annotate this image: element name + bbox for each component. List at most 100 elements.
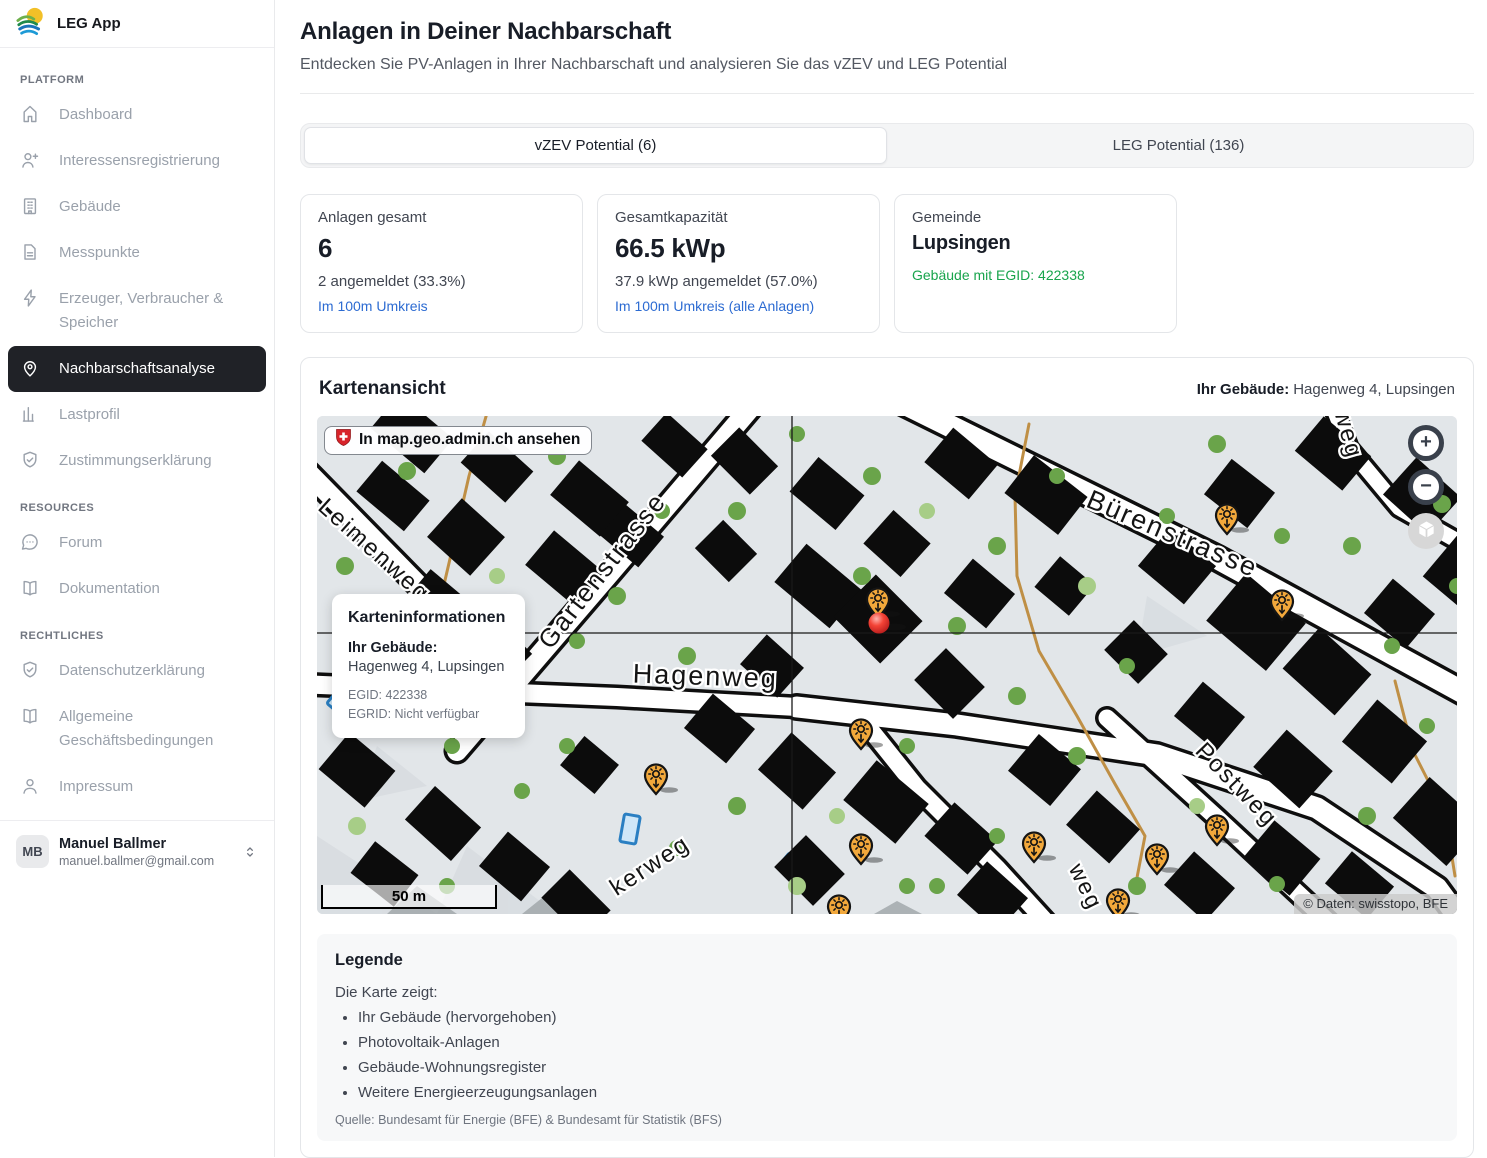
building-icon	[20, 196, 40, 216]
tab-vzev-potential-6[interactable]: vZEV Potential (6)	[304, 127, 887, 164]
tree-dot	[728, 797, 746, 815]
legend: Legende Die Karte zeigt: Ihr Gebäude (he…	[317, 934, 1457, 1141]
street-label: Hagenweg	[632, 658, 778, 693]
tab-leg-potential-136[interactable]: LEG Potential (136)	[887, 127, 1470, 164]
doc-icon	[20, 242, 40, 262]
sidebar-item-label: Forum	[59, 531, 102, 555]
tree-dot	[829, 808, 845, 824]
sidebar-item-label: Zustimmungserklärung	[59, 449, 212, 473]
stat-card-gesamtkapazität: Gesamtkapazität 66.5 kWp37.9 kWp angemel…	[597, 194, 880, 333]
egid-value: EGID: 422338	[348, 686, 509, 705]
tree-dot	[1078, 577, 1096, 595]
map-canvas[interactable]: LeimenwegGartenstrasseBürenstrasseHagenw…	[317, 416, 1457, 914]
stat-link[interactable]: Im 100m Umkreis	[318, 298, 428, 314]
sidebar-item-label: Impressum	[59, 775, 133, 799]
tree-dot	[1274, 528, 1290, 544]
page-subtitle: Entdecken Sie PV-Anlagen in Ihrer Nachba…	[300, 56, 1474, 94]
tree-dot	[863, 467, 881, 485]
sidebar-item-lastprofil[interactable]: Lastprofil	[8, 392, 266, 438]
sidebar-item-label: Gebäude	[59, 195, 121, 219]
sidebar-nav: PLATFORM DashboardInteressensregistrierun…	[0, 48, 274, 810]
map-card: Kartenansicht Ihr Gebäude:Hagenweg 4, Lu…	[300, 357, 1474, 1158]
stat-detail: 37.9 kWp angemeldet (57.0%)	[615, 273, 862, 290]
book-icon	[20, 706, 40, 726]
tree-dot	[444, 738, 460, 754]
app-window: LEG App PLATFORM DashboardInteressensregi…	[0, 0, 1487, 1157]
tree-dot	[1384, 638, 1400, 654]
tree-dot	[788, 877, 806, 895]
sidebar-item-dokumentation[interactable]: Dokumentation	[8, 566, 266, 612]
sidebar-item-label: Datenschutzerklärung	[59, 659, 205, 683]
shield-icon	[20, 450, 40, 470]
stat-card-anlagen-gesamt: Anlagen gesamt 62 angemeldet (33.3%)Im 1…	[300, 194, 583, 333]
page-title: Anlagen in Deiner Nachbarschaft	[300, 18, 1474, 46]
home-icon	[20, 104, 40, 124]
map-info-panel: Karteninformationen Ihr Gebäude: Hagenwe…	[332, 594, 525, 738]
stat-link[interactable]: Im 100m Umkreis (alle Anlagen)	[615, 298, 814, 314]
sidebar-item-allgemeine-geschäftsbedingungen[interactable]: Allgemeine Geschäftsbedingungen	[8, 694, 266, 764]
user-menu[interactable]: MB Manuel Ballmer manuel.ballmer@gmail.c…	[0, 820, 274, 882]
avatar: MB	[16, 835, 49, 868]
sidebar: LEG App PLATFORM DashboardInteressensregi…	[0, 0, 275, 1157]
nav-section-label: PLATFORM	[20, 74, 254, 86]
legend-item: Ihr Gebäude (hervorgehoben)	[358, 1009, 1439, 1026]
tree-dot	[988, 537, 1006, 555]
sidebar-item-messpunkte[interactable]: Messpunkte	[8, 230, 266, 276]
sidebar-item-erzeuger-verbraucher-speicher[interactable]: Erzeuger, Verbraucher & Speicher	[8, 276, 266, 346]
legend-list: Ihr Gebäude (hervorgehoben) Photovoltaik-…	[335, 1009, 1439, 1101]
tree-dot	[1208, 435, 1226, 453]
view-3d-button[interactable]	[1408, 513, 1444, 549]
tree-dot	[1119, 658, 1135, 674]
tab-bar: vZEV Potential (6)LEG Potential (136)	[300, 123, 1474, 168]
map-attribution[interactable]: © Daten: swisstopo, BFE	[1294, 894, 1457, 914]
tree-dot	[728, 502, 746, 520]
tree-dot	[929, 878, 945, 894]
your-building-info: Ihr Gebäude:Hagenweg 4, Lupsingen	[1197, 381, 1455, 398]
sidebar-item-label: Dokumentation	[59, 577, 160, 601]
tree-dot	[608, 587, 626, 605]
cube-icon	[1416, 519, 1437, 544]
sidebar-item-datenschutzerklärung[interactable]: Datenschutzerklärung	[8, 648, 266, 694]
zoom-in-button[interactable]: +	[1408, 425, 1444, 461]
tree-dot	[899, 878, 915, 894]
stat-label: Gesamtkapazität	[615, 209, 862, 226]
sidebar-item-gebäude[interactable]: Gebäude	[8, 184, 266, 230]
sidebar-item-label: Erzeuger, Verbraucher & Speicher	[59, 287, 254, 335]
tree-dot	[899, 738, 915, 754]
sidebar-item-dashboard[interactable]: Dashboard	[8, 92, 266, 138]
stat-label: Gemeinde	[912, 209, 1159, 226]
pin-icon	[20, 358, 40, 378]
map-external-link-button[interactable]: In map.geo.admin.ch ansehen	[324, 426, 592, 455]
sidebar-item-zustimmungserklärung[interactable]: Zustimmungserklärung	[8, 438, 266, 484]
sidebar-item-impressum[interactable]: Impressum	[8, 764, 266, 810]
chat-icon	[20, 532, 40, 552]
stat-label: Anlagen gesamt	[318, 209, 565, 226]
egrid-value: EGRID: Nicht verfügbar	[348, 705, 509, 724]
legend-source: Quelle: Bundesamt für Energie (BFE) & Bu…	[335, 1113, 1439, 1127]
legend-item: Weitere Energieerzeugungsanlagen	[358, 1084, 1439, 1101]
sidebar-item-forum[interactable]: Forum	[8, 520, 266, 566]
tree-dot	[398, 462, 416, 480]
tree-dot	[919, 503, 935, 519]
userplus-icon	[20, 150, 40, 170]
stat-cards: Anlagen gesamt 62 angemeldet (33.3%)Im 1…	[300, 194, 1474, 333]
tree-dot	[1419, 718, 1435, 734]
sidebar-item-label: Lastprofil	[59, 403, 120, 427]
legend-item: Photovoltaik-Anlagen	[358, 1034, 1439, 1051]
app-name: LEG App	[57, 15, 121, 32]
sidebar-item-interessensregistrierung[interactable]: Interessensregistrierung	[8, 138, 266, 184]
swiss-flag-icon	[336, 429, 351, 451]
legend-item: Gebäude-Wohnungsregister	[358, 1059, 1439, 1076]
map-section-title: Kartenansicht	[319, 378, 446, 400]
zoom-out-button[interactable]: −	[1408, 469, 1444, 505]
sidebar-item-label: Allgemeine Geschäftsbedingungen	[59, 705, 254, 753]
sidebar-item-label: Messpunkte	[59, 241, 140, 265]
sidebar-item-nachbarschaftsanalyse[interactable]: Nachbarschaftsanalyse	[8, 346, 266, 392]
user-name: Manuel Ballmer	[59, 835, 214, 853]
chart-icon	[20, 404, 40, 424]
chevron-up-down-icon[interactable]	[242, 844, 258, 860]
stat-link[interactable]: Gebäude mit EGID: 422338	[912, 267, 1085, 283]
tree-dot	[1343, 537, 1361, 555]
tree-dot	[569, 633, 585, 649]
highlight-dot	[869, 613, 890, 634]
